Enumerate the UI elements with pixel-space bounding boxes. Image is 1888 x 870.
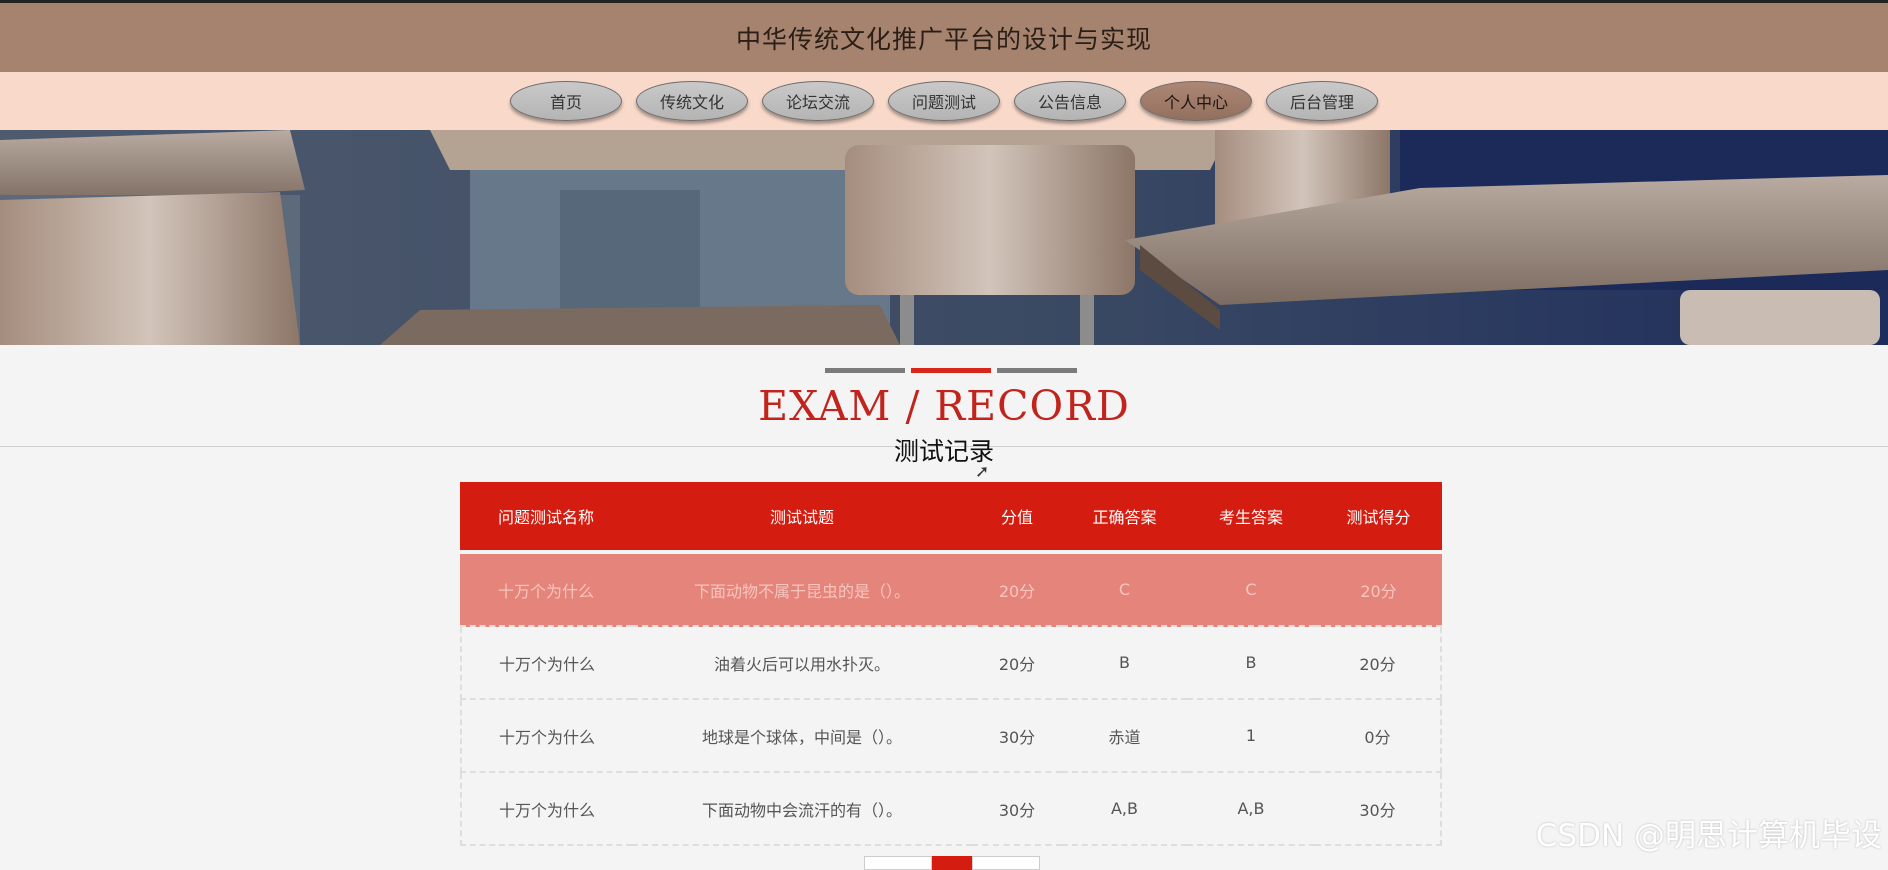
- exam-record-table: 问题测试名称 测试试题 分值 正确答案 考生答案 测试得分 十万个为什么 下面动…: [460, 482, 1442, 846]
- nav-announcements[interactable]: 公告信息: [1014, 81, 1126, 121]
- cell-points: 30分: [972, 700, 1062, 773]
- col-header-score[interactable]: 测试得分: [1315, 482, 1442, 554]
- section-title-cn: 测试记录: [893, 437, 994, 466]
- table-row[interactable]: 十万个为什么 下面动物不属于昆虫的是（）。 20分 C C 20分: [460, 554, 1442, 627]
- cell-score: 20分: [1315, 627, 1442, 700]
- cell-score: 20分: [1315, 554, 1442, 627]
- section-title-en: EXAM / RECORD: [758, 382, 1130, 430]
- cell-quiz-name: 十万个为什么: [460, 700, 632, 773]
- col-header-user-answer[interactable]: 考生答案: [1187, 482, 1315, 554]
- pagination-current-page[interactable]: [932, 856, 972, 870]
- col-header-correct-answer[interactable]: 正确答案: [1062, 482, 1187, 554]
- pagination: [864, 856, 1040, 870]
- cell-quiz-name: 十万个为什么: [460, 773, 632, 846]
- cell-user-answer: C: [1187, 554, 1315, 627]
- divider-bar-center: [911, 368, 991, 373]
- csdn-watermark: CSDN @明思计算机毕设: [1535, 818, 1882, 854]
- divider-bar-left: [825, 368, 905, 373]
- table-row[interactable]: 十万个为什么 油着火后可以用水扑灭。 20分 B B 20分: [460, 627, 1442, 700]
- cell-correct-answer: A,B: [1062, 773, 1187, 846]
- table-header-row: 问题测试名称 测试试题 分值 正确答案 考生答案 测试得分: [460, 482, 1442, 554]
- table-row[interactable]: 十万个为什么 下面动物中会流汗的有（）。 30分 A,B A,B 30分: [460, 773, 1442, 846]
- mouse-cursor-icon: ➚: [975, 462, 990, 482]
- site-header: 中华传统文化推广平台的设计与实现: [0, 0, 1888, 72]
- table-row[interactable]: 十万个为什么 地球是个球体，中间是（）。 30分 赤道 1 0分: [460, 700, 1442, 773]
- nav-admin[interactable]: 后台管理: [1266, 81, 1378, 121]
- cell-user-answer: 1: [1187, 700, 1315, 773]
- nav-traditional-culture[interactable]: 传统文化: [636, 81, 748, 121]
- col-header-points[interactable]: 分值: [972, 482, 1062, 554]
- pagination-next-button[interactable]: [972, 856, 1040, 870]
- pagination-prev-button[interactable]: [864, 856, 932, 870]
- cell-user-answer: B: [1187, 627, 1315, 700]
- cell-quiz-name: 十万个为什么: [460, 554, 632, 627]
- cell-quiz-name: 十万个为什么: [460, 627, 632, 700]
- nav-forum[interactable]: 论坛交流: [762, 81, 874, 121]
- cell-question: 下面动物不属于昆虫的是（）。: [632, 554, 972, 627]
- main-nav: 首页 传统文化 论坛交流 问题测试 公告信息 个人中心 后台管理: [0, 72, 1888, 130]
- cell-question: 下面动物中会流汗的有（）。: [632, 773, 972, 846]
- cell-correct-answer: B: [1062, 627, 1187, 700]
- cell-question: 地球是个球体，中间是（）。: [632, 700, 972, 773]
- cell-score: 30分: [1315, 773, 1442, 846]
- cell-correct-answer: 赤道: [1062, 700, 1187, 773]
- cell-points: 20分: [972, 627, 1062, 700]
- nav-home[interactable]: 首页: [510, 81, 622, 121]
- cell-score: 0分: [1315, 700, 1442, 773]
- cell-question: 油着火后可以用水扑灭。: [632, 627, 972, 700]
- site-title: 中华传统文化推广平台的设计与实现: [735, 24, 1152, 54]
- nav-personal-center[interactable]: 个人中心: [1140, 81, 1252, 121]
- col-header-quiz-name[interactable]: 问题测试名称: [460, 482, 632, 554]
- classroom-banner-image: [0, 130, 1888, 345]
- divider-bar-right: [997, 368, 1077, 373]
- cell-user-answer: A,B: [1187, 773, 1315, 846]
- cell-correct-answer: C: [1062, 554, 1187, 627]
- cell-points: 30分: [972, 773, 1062, 846]
- cell-points: 20分: [972, 554, 1062, 627]
- section-divider: [825, 368, 1077, 373]
- nav-quiz[interactable]: 问题测试: [888, 81, 1000, 121]
- col-header-question[interactable]: 测试试题: [632, 482, 972, 554]
